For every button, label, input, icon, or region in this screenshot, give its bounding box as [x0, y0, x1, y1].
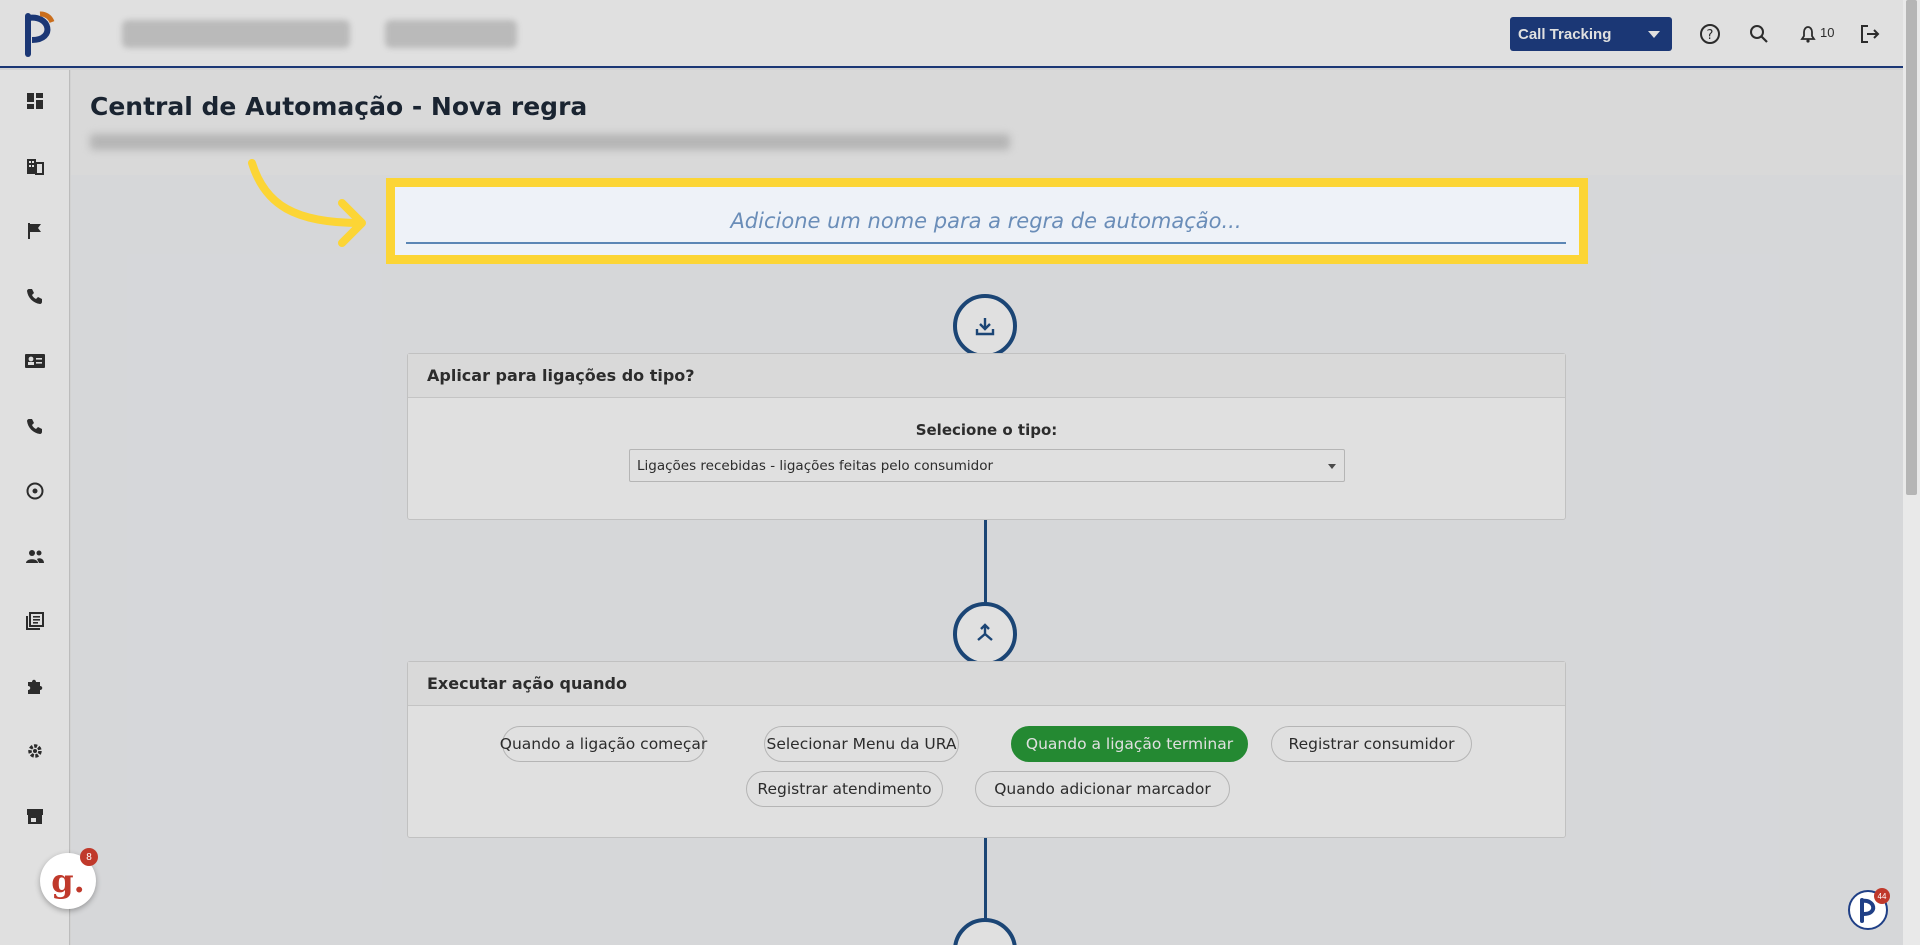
dashboard-icon[interactable]: [22, 88, 48, 114]
call-type-card-header: Aplicar para ligações do tipo?: [408, 354, 1565, 398]
logout-icon[interactable]: [1856, 20, 1884, 48]
notification-count: 10: [1820, 25, 1835, 40]
trigger-option-register-service[interactable]: Registrar atendimento: [746, 771, 943, 807]
store-icon[interactable]: [22, 803, 48, 829]
app-logo-icon[interactable]: [20, 10, 60, 58]
rule-name-input[interactable]: [406, 200, 1566, 244]
bell-icon[interactable]: [1794, 20, 1822, 48]
trigger-option-register-consumer[interactable]: Registrar consumidor: [1271, 726, 1472, 762]
account-selector[interactable]: [385, 20, 517, 48]
company-selector[interactable]: [122, 20, 350, 48]
flow-connector: [984, 838, 987, 922]
branch-icon: [977, 623, 993, 641]
breadcrumb: [90, 134, 1010, 150]
phone-icon[interactable]: [22, 413, 48, 439]
library-icon[interactable]: [22, 608, 48, 634]
call-type-select[interactable]: Ligações recebidas - ligações feitas pel…: [629, 449, 1345, 482]
page-title: Central de Automação - Nova regra: [90, 92, 588, 121]
flow-trigger-node: [953, 602, 1017, 666]
download-icon: [975, 318, 995, 336]
24h-icon[interactable]: [22, 478, 48, 504]
flow-connector: [984, 520, 987, 604]
trigger-option-call-start[interactable]: Quando a ligação começar: [500, 726, 707, 762]
trigger-option-call-end[interactable]: Quando a ligação terminar: [1011, 726, 1248, 762]
chat-widget-logo: g.: [51, 862, 85, 900]
svg-text:?: ?: [1707, 28, 1714, 43]
gear-icon[interactable]: [22, 738, 48, 764]
tutorial-arrow-icon: [248, 159, 366, 247]
top-bar: Call Tracking ? 10: [0, 0, 1920, 68]
product-select[interactable]: Call Tracking: [1510, 17, 1672, 51]
call-type-select-value: Ligações recebidas - ligações feitas pel…: [637, 458, 994, 474]
contact-card-icon[interactable]: [22, 348, 48, 374]
sidebar: [0, 70, 70, 945]
flow-start-node: [953, 294, 1017, 358]
scrollbar-thumb[interactable]: [1906, 0, 1917, 495]
trigger-option-add-tag[interactable]: Quando adicionar marcador: [975, 771, 1230, 807]
trigger-option-ivr-menu[interactable]: Selecionar Menu da URA: [764, 726, 959, 762]
product-select-label: Call Tracking: [1518, 26, 1612, 43]
puzzle-icon[interactable]: [22, 673, 48, 699]
users-icon[interactable]: [22, 543, 48, 569]
trigger-card: Executar ação quando Quando a ligação co…: [407, 661, 1566, 838]
building-icon[interactable]: [22, 153, 48, 179]
flag-icon[interactable]: [22, 218, 48, 244]
chevron-down-icon: [1328, 464, 1336, 469]
phone-icon[interactable]: [22, 283, 48, 309]
help-icon[interactable]: ?: [1696, 20, 1724, 48]
search-icon[interactable]: [1745, 20, 1773, 48]
call-type-card: Aplicar para ligações do tipo? Selecione…: [407, 353, 1566, 520]
chevron-down-icon: [1648, 31, 1660, 38]
support-widget-count: 44: [1874, 888, 1890, 904]
call-type-select-label: Selecione o tipo:: [915, 421, 1058, 439]
trigger-card-header: Executar ação quando: [408, 662, 1565, 706]
chat-widget-count: 8: [80, 848, 98, 866]
